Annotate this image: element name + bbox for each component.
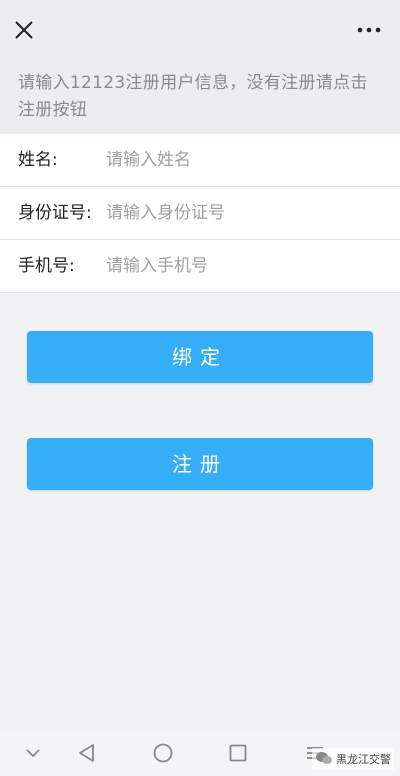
id-number-row: 身份证号: xyxy=(0,187,400,240)
name-row: 姓名: xyxy=(0,134,400,187)
id-number-label: 身份证号: xyxy=(18,203,92,223)
name-input[interactable] xyxy=(106,134,382,186)
watermark-text: 黑龙江交警 xyxy=(336,753,391,766)
close-icon[interactable] xyxy=(10,16,38,44)
more-dots-icon[interactable] xyxy=(354,16,384,44)
home-circle-icon[interactable] xyxy=(150,740,176,766)
back-triangle-icon[interactable] xyxy=(74,740,100,766)
register-button[interactable]: 注册 xyxy=(27,438,373,490)
watermark: 黑龙江交警 xyxy=(312,748,394,770)
phone-label: 手机号: xyxy=(18,256,75,276)
name-label: 姓名: xyxy=(18,150,58,170)
phone-input[interactable] xyxy=(106,240,382,292)
chevron-down-icon[interactable] xyxy=(20,740,46,766)
bind-button[interactable]: 绑定 xyxy=(27,331,373,383)
recent-square-icon[interactable] xyxy=(225,740,251,766)
notice-text: 请输入12123注册用户信息，没有注册请点击注册按钮 xyxy=(0,56,400,134)
wechat-logo-icon xyxy=(315,750,333,769)
page: 请输入12123注册用户信息，没有注册请点击注册按钮 姓名: 身份证号: 手机号… xyxy=(0,0,400,776)
phone-row: 手机号: xyxy=(0,240,400,293)
status-strip xyxy=(0,0,400,8)
binding-form: 姓名: 身份证号: 手机号: xyxy=(0,134,400,293)
id-number-input[interactable] xyxy=(106,187,382,239)
top-bar xyxy=(0,8,400,56)
